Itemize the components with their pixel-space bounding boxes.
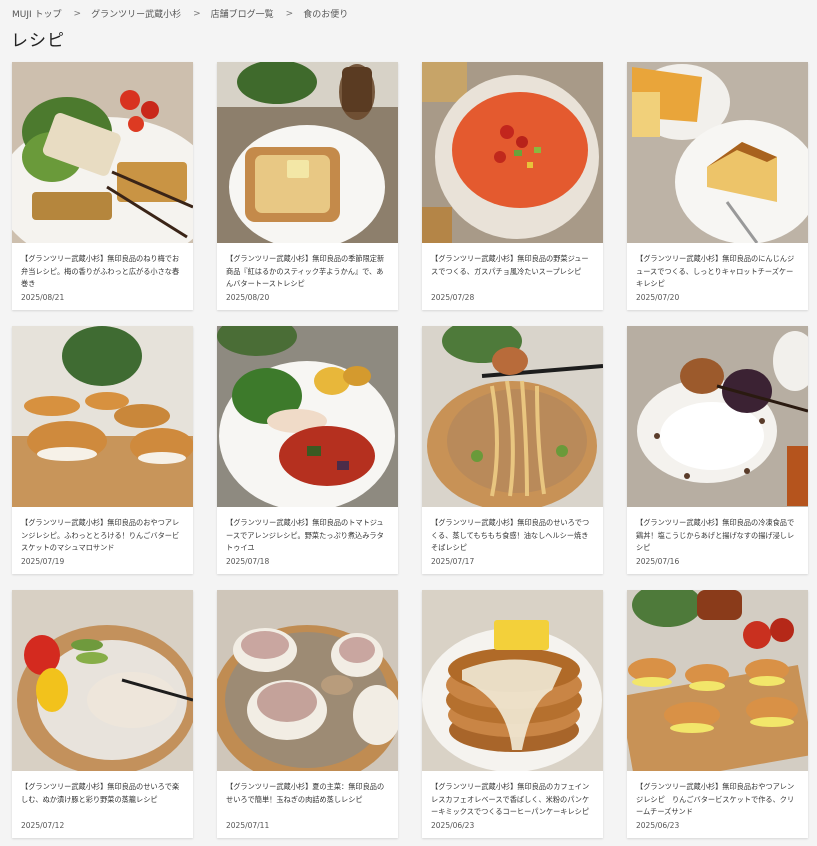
- recipe-title[interactable]: 【グランツリー武蔵小杉】無印良品の季節限定新商品『紅はるかのスティック芋ようかん…: [226, 253, 389, 291]
- recipe-card[interactable]: 【グランツリー武蔵小杉】無印良品のねり梅でお弁当レシピ。梅の香りがふわっと広がる…: [12, 62, 193, 310]
- recipe-photo[interactable]: [627, 590, 808, 771]
- recipe-date: 2025/06/23: [431, 821, 475, 830]
- recipe-date: 2025/07/11: [226, 821, 270, 830]
- recipe-title[interactable]: 【グランツリー武蔵小杉】無印良品のカフェインレスカフェオレベースで香ばしく、米粉…: [431, 781, 594, 819]
- recipe-date: 2025/07/16: [636, 557, 680, 566]
- recipe-photo[interactable]: [422, 326, 603, 507]
- recipe-photo[interactable]: [422, 62, 603, 243]
- recipe-card[interactable]: 【グランツリー武蔵小杉】無印良品の季節限定新商品『紅はるかのスティック芋ようかん…: [217, 62, 398, 310]
- recipe-card[interactable]: 【グランツリー武蔵小杉】無印良品のカフェインレスカフェオレベースで香ばしく、米粉…: [422, 590, 603, 838]
- recipe-card[interactable]: 【グランツリー武蔵小杉】無印良品のおやつアレンジレシピ。ふわっととろける！りんご…: [12, 326, 193, 574]
- breadcrumb-link-top[interactable]: MUJI トップ: [12, 7, 62, 20]
- recipe-photo[interactable]: [217, 62, 398, 243]
- recipe-photo[interactable]: [422, 590, 603, 771]
- recipe-photo[interactable]: [217, 326, 398, 507]
- recipe-card-grid: 【グランツリー武蔵小杉】無印良品のねり梅でお弁当レシピ。梅の香りがふわっと広がる…: [12, 62, 808, 838]
- recipe-date: 2025/07/20: [636, 293, 680, 302]
- recipe-photo[interactable]: [627, 62, 808, 243]
- recipe-title[interactable]: 【グランツリー武蔵小杉】無印良品のせいろでつくる、蒸してもちもち食感！油なしヘル…: [431, 517, 594, 555]
- recipe-title[interactable]: 【グランツリー武蔵小杉】無印良品のにんじんジュースでつくる、しっとりキャロットチ…: [636, 253, 799, 291]
- recipe-title[interactable]: 【グランツリー武蔵小杉】無印良品のねり梅でお弁当レシピ。梅の香りがふわっと広がる…: [21, 253, 184, 291]
- recipe-title[interactable]: 【グランツリー武蔵小杉】夏の主菜：無印良品のせいろで簡単！玉ねぎの肉詰め蒸しレシ…: [226, 781, 389, 819]
- breadcrumb-separator: >: [285, 8, 294, 19]
- recipe-photo[interactable]: [217, 590, 398, 771]
- recipe-title[interactable]: 【グランツリー武蔵小杉】無印良品の冷凍食品で鶏丼！塩こうじからあげと揚げなすの揚…: [636, 517, 799, 555]
- recipe-photo[interactable]: [12, 326, 193, 507]
- recipe-title[interactable]: 【グランツリー武蔵小杉】無印良品のせいろで楽しむ、ぬか漬け豚と彩り野菜の蒸籠レシ…: [21, 781, 184, 819]
- recipe-photo[interactable]: [12, 62, 193, 243]
- breadcrumb: MUJI トップ > グランツリー武蔵小杉 > 店舗ブログ一覧 > 食のお便り: [12, 7, 349, 21]
- breadcrumb-link-blog-list[interactable]: 店舗ブログ一覧: [211, 7, 274, 20]
- recipe-date: 2025/07/17: [431, 557, 475, 566]
- recipe-date: 2025/06/23: [636, 821, 680, 830]
- recipe-card[interactable]: 【グランツリー武蔵小杉】無印良品のせいろで楽しむ、ぬか漬け豚と彩り野菜の蒸籠レシ…: [12, 590, 193, 838]
- recipe-title[interactable]: 【グランツリー武蔵小杉】無印良品のおやつアレンジレシピ。ふわっととろける！りんご…: [21, 517, 184, 555]
- recipe-title[interactable]: 【グランツリー武蔵小杉】無印良品のトマトジュースでアレンジレシピ。野菜たっぷり煮…: [226, 517, 389, 555]
- recipe-title[interactable]: 【グランツリー武蔵小杉】無印良品の野菜ジュースでつくる、ガスパチョ風冷たいスープ…: [431, 253, 594, 291]
- recipe-photo[interactable]: [12, 590, 193, 771]
- breadcrumb-separator: >: [73, 8, 82, 19]
- recipe-card[interactable]: 【グランツリー武蔵小杉】無印良品の野菜ジュースでつくる、ガスパチョ風冷たいスープ…: [422, 62, 603, 310]
- page-title: レシピ: [11, 31, 65, 51]
- recipe-title[interactable]: 【グランツリー武蔵小杉】無印良品おやつアレンジレシピ りんごバタービスケットで作…: [636, 781, 799, 819]
- recipe-card[interactable]: 【グランツリー武蔵小杉】無印良品の冷凍食品で鶏丼！塩こうじからあげと揚げなすの揚…: [627, 326, 808, 574]
- recipe-date: 2025/07/28: [431, 293, 475, 302]
- recipe-card[interactable]: 【グランツリー武蔵小杉】無印良品のトマトジュースでアレンジレシピ。野菜たっぷり煮…: [217, 326, 398, 574]
- recipe-date: 2025/08/21: [21, 293, 65, 302]
- recipe-card[interactable]: 【グランツリー武蔵小杉】無印良品おやつアレンジレシピ りんごバタービスケットで作…: [627, 590, 808, 838]
- recipe-date: 2025/07/18: [226, 557, 270, 566]
- breadcrumb-link-store[interactable]: グランツリー武蔵小杉: [91, 7, 181, 20]
- breadcrumb-separator: >: [193, 8, 201, 19]
- recipe-date: 2025/07/12: [21, 821, 65, 830]
- recipe-date: 2025/08/20: [226, 293, 270, 302]
- breadcrumb-current: 食のお便り: [303, 10, 349, 20]
- recipe-date: 2025/07/19: [21, 557, 65, 566]
- recipe-page: MUJI トップ > グランツリー武蔵小杉 > 店舗ブログ一覧 > 食のお便り …: [0, 0, 817, 846]
- recipe-card[interactable]: 【グランツリー武蔵小杉】無印良品のにんじんジュースでつくる、しっとりキャロットチ…: [627, 62, 808, 310]
- recipe-photo[interactable]: [627, 326, 808, 507]
- recipe-card[interactable]: 【グランツリー武蔵小杉】夏の主菜：無印良品のせいろで簡単！玉ねぎの肉詰め蒸しレシ…: [217, 590, 398, 838]
- recipe-card[interactable]: 【グランツリー武蔵小杉】無印良品のせいろでつくる、蒸してもちもち食感！油なしヘル…: [422, 326, 603, 574]
